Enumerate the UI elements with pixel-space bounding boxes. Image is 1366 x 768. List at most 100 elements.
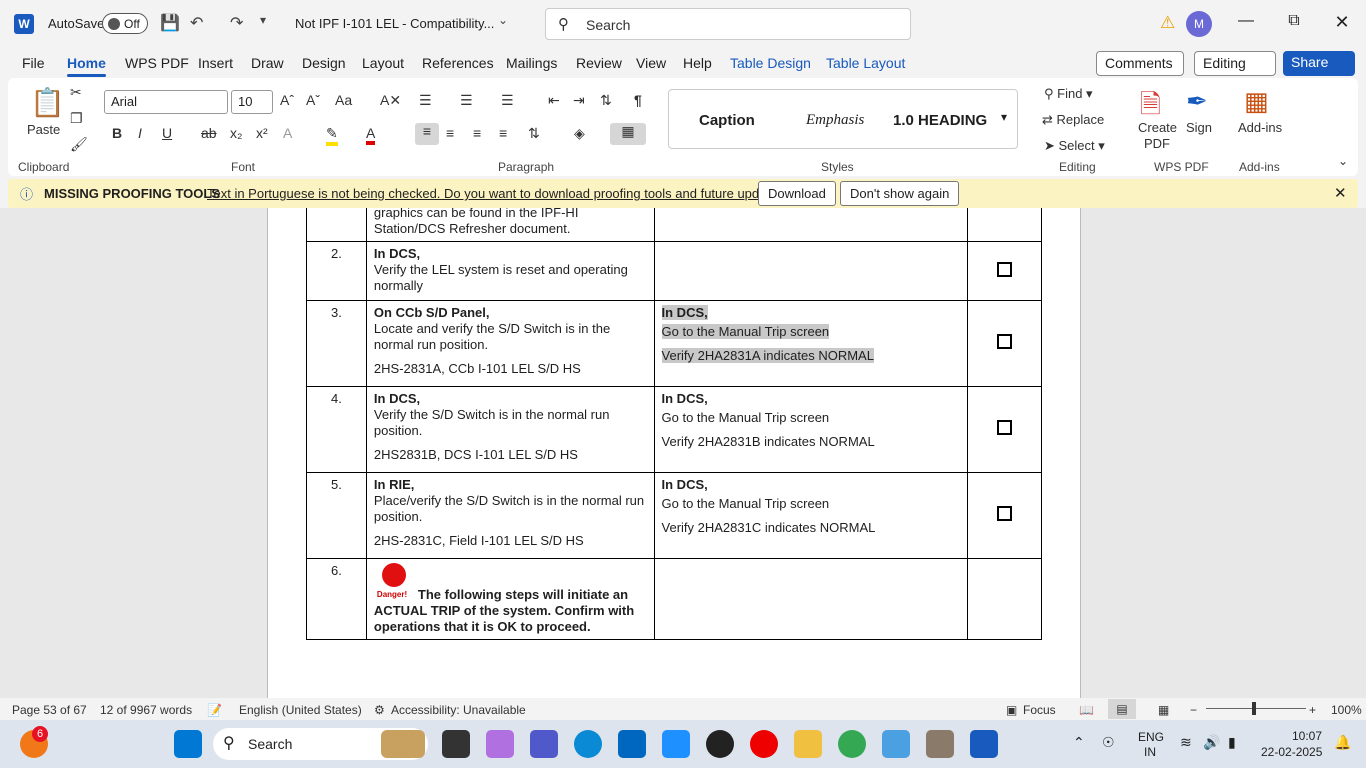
style-emphasis[interactable]: Emphasis	[806, 112, 864, 129]
dell-icon[interactable]	[706, 730, 734, 758]
app-icon[interactable]	[926, 730, 954, 758]
page-count[interactable]: Page 53 of 67	[12, 703, 87, 717]
clock-time[interactable]: 10:07	[1292, 729, 1322, 743]
subscript-icon[interactable]: x₂	[230, 125, 242, 141]
show-marks-icon[interactable]: ¶	[634, 92, 642, 108]
tab-help[interactable]: Help	[683, 55, 712, 71]
task-view-icon[interactable]	[442, 730, 470, 758]
table-cell[interactable]: In DCS, Verify the LEL system is reset an…	[365, 241, 655, 301]
tab-file[interactable]: File	[22, 55, 45, 71]
save-icon[interactable]: 💾	[160, 13, 180, 33]
style-heading[interactable]: 1.0 HEADING	[893, 112, 989, 129]
chevron-up-icon[interactable]: ⌃	[1073, 734, 1085, 751]
tab-mailings[interactable]: Mailings	[506, 55, 557, 71]
clear-formatting-icon[interactable]: A✕	[380, 92, 401, 109]
tab-insert[interactable]: Insert	[198, 55, 233, 71]
zoom-slider[interactable]	[1206, 708, 1306, 709]
document-page[interactable]: graphics can be found in the IPF-HI Stati…	[267, 208, 1081, 698]
table-cell[interactable]: In DCS, Go to the Manual Trip screen Verif…	[653, 386, 969, 473]
format-painter-icon[interactable]: 🖌	[70, 136, 88, 153]
shading-icon[interactable]: ◈	[574, 125, 585, 142]
italic-icon[interactable]: I	[138, 125, 142, 141]
add-ins-button-label[interactable]: Add-ins	[1238, 120, 1282, 135]
table-cell[interactable]	[306, 208, 367, 242]
paste-icon[interactable]: 📋	[30, 86, 65, 119]
shrink-font-icon[interactable]: Aˇ	[306, 92, 320, 108]
tab-review[interactable]: Review	[576, 55, 622, 71]
increase-indent-icon[interactable]: ⇥	[573, 92, 585, 109]
table-cell[interactable]: On CCb S/D Panel, Locate and verify the S…	[365, 300, 655, 387]
language-status[interactable]: English (United States)	[239, 703, 362, 717]
table-cell[interactable]	[653, 208, 969, 242]
style-caption[interactable]: Caption	[699, 112, 755, 129]
checkbox[interactable]	[997, 420, 1013, 435]
tab-table-layout[interactable]: Table Layout	[826, 55, 905, 71]
redo-icon[interactable]: ↷	[230, 13, 243, 33]
sign-label[interactable]: Sign	[1186, 120, 1212, 135]
close-icon[interactable]: ✕	[1327, 12, 1357, 33]
collapse-ribbon-icon[interactable]: ⌄	[1338, 154, 1348, 168]
app-icon[interactable]	[882, 730, 910, 758]
add-ins-icon[interactable]: ▦	[1244, 86, 1269, 117]
clock-date[interactable]: 22-02-2025	[1261, 745, 1322, 759]
numbering-icon[interactable]: ☰	[460, 92, 473, 109]
font-color-icon[interactable]: A	[366, 125, 376, 145]
share-button[interactable]: Share	[1283, 51, 1355, 76]
align-right-icon[interactable]: ≡	[473, 125, 481, 141]
tab-view[interactable]: View	[636, 55, 666, 71]
font-name-combo[interactable]: Arial	[104, 90, 228, 114]
table-cell[interactable]	[967, 300, 1042, 387]
tab-references[interactable]: References	[422, 55, 494, 71]
tab-draw[interactable]: Draw	[251, 55, 284, 71]
tab-design[interactable]: Design	[302, 55, 346, 71]
word-count[interactable]: 12 of 9967 words	[100, 703, 192, 717]
wifi-icon[interactable]: ≋	[1180, 734, 1192, 751]
table-cell[interactable]: In RIE, Place/verify the S/D Switch is in…	[365, 472, 655, 559]
infobar-message-link[interactable]: Text in Portuguese is not being checked.…	[207, 186, 791, 201]
dont-show-again-button[interactable]: Don't show again	[840, 181, 960, 206]
store-icon[interactable]	[618, 730, 646, 758]
table-cell[interactable]: In DCS, Go to the Manual Trip screen Verif…	[653, 472, 969, 559]
checkbox[interactable]	[997, 506, 1013, 521]
power-automate-icon[interactable]	[662, 730, 690, 758]
cut-icon[interactable]: ✂	[70, 84, 82, 101]
change-case-icon[interactable]: Aa	[335, 92, 352, 108]
highlight-icon[interactable]: ✎	[326, 125, 338, 146]
opera-icon[interactable]	[750, 730, 778, 758]
minimize-icon[interactable]: —	[1231, 12, 1261, 30]
zoom-level[interactable]: 100%	[1331, 703, 1362, 717]
web-layout-icon[interactable]: ▦	[1158, 703, 1169, 717]
chevron-down-icon[interactable]: ⌄	[498, 13, 508, 27]
close-infobar-icon[interactable]: ✕	[1334, 184, 1347, 202]
notification-bell-icon[interactable]: 🔔	[1334, 734, 1351, 751]
sort-icon[interactable]: ⇅	[600, 92, 612, 109]
create-label[interactable]: Create	[1138, 120, 1177, 135]
print-layout-icon[interactable]: ▤	[1108, 699, 1136, 719]
table-cell[interactable]: graphics can be found in the IPF-HI Stati…	[365, 208, 655, 242]
search-box[interactable]: ⚲ Search	[545, 8, 911, 40]
table-cell[interactable]	[653, 241, 969, 301]
font-size-combo[interactable]: 10	[231, 90, 273, 114]
copilot-icon[interactable]	[486, 730, 514, 758]
avatar[interactable]: M	[1186, 11, 1212, 37]
align-center-icon[interactable]: ≡	[446, 125, 454, 141]
table-cell[interactable]	[967, 558, 1042, 640]
grow-font-icon[interactable]: Aˆ	[280, 92, 294, 108]
customize-toolbar-icon[interactable]: ▾	[260, 13, 266, 27]
pdf-label[interactable]: PDF	[1144, 136, 1170, 151]
sign-icon[interactable]: ✒	[1186, 86, 1208, 117]
styles-more-icon[interactable]: ▾	[1001, 110, 1007, 124]
word-taskbar-icon[interactable]	[970, 730, 998, 758]
strikethrough-icon[interactable]: ab	[201, 125, 217, 141]
table-cell[interactable]: In DCS, Go to the Manual Trip screen Verif…	[653, 300, 969, 387]
maximize-icon[interactable]: ⧉	[1279, 12, 1309, 30]
document-title[interactable]: Not IPF I-101 LEL - Compatibility...	[295, 16, 494, 31]
edge-icon[interactable]	[574, 730, 602, 758]
decrease-indent-icon[interactable]: ⇤	[548, 92, 560, 109]
zoom-in-icon[interactable]: +	[1309, 703, 1316, 717]
battery-icon[interactable]: ▮	[1228, 734, 1236, 751]
justify-icon[interactable]: ≡	[499, 125, 507, 141]
chrome-icon[interactable]	[838, 730, 866, 758]
paste-label[interactable]: Paste	[27, 122, 60, 137]
read-mode-icon[interactable]: 📖	[1079, 703, 1094, 717]
